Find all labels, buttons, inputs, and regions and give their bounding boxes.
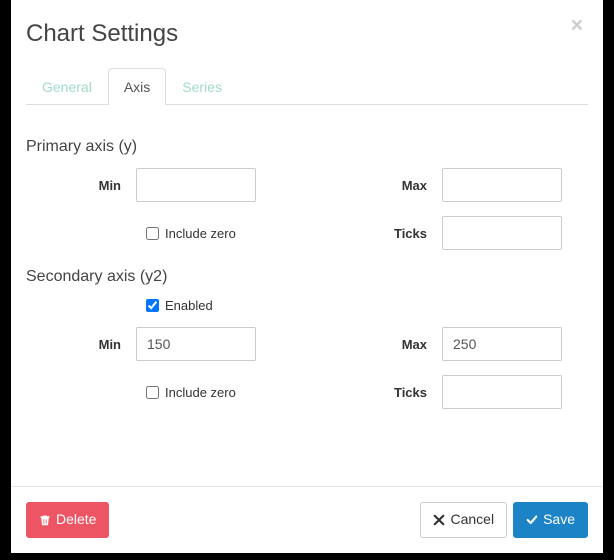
secondary-enabled-label: Enabled xyxy=(165,298,213,313)
primary-zero-ticks-row: Include zero Ticks xyxy=(26,216,588,250)
secondary-enabled-row: Enabled xyxy=(26,298,588,313)
close-icon: × xyxy=(571,14,583,37)
x-icon xyxy=(433,514,445,526)
secondary-ticks-label: Ticks xyxy=(342,385,442,400)
modal-body: Primary axis (y) Min Max Include zero Ti… xyxy=(11,105,603,486)
secondary-min-label: Min xyxy=(26,337,136,352)
primary-min-max-row: Min Max xyxy=(26,168,588,202)
tab-series[interactable]: Series xyxy=(166,68,238,105)
primary-min-label: Min xyxy=(26,178,136,193)
close-button[interactable]: × xyxy=(565,14,589,37)
primary-ticks-label: Ticks xyxy=(342,226,442,241)
delete-button[interactable]: Delete xyxy=(26,502,109,538)
secondary-enabled-checkbox[interactable] xyxy=(146,299,159,312)
primary-ticks-input[interactable] xyxy=(442,216,562,250)
save-button-label: Save xyxy=(543,510,575,530)
primary-min-input[interactable] xyxy=(136,168,256,202)
secondary-min-max-row: Min Max xyxy=(26,327,588,361)
modal-title: Chart Settings xyxy=(26,20,588,48)
secondary-ticks-input[interactable] xyxy=(442,375,562,409)
primary-include-zero-checkbox[interactable] xyxy=(146,227,159,240)
secondary-include-zero-label: Include zero xyxy=(165,385,236,400)
primary-include-zero-label: Include zero xyxy=(165,226,236,241)
primary-max-label: Max xyxy=(342,178,442,193)
modal-footer: Delete Cancel Save xyxy=(11,486,603,553)
secondary-include-zero-checkbox[interactable] xyxy=(146,386,159,399)
primary-max-input[interactable] xyxy=(442,168,562,202)
tab-axis[interactable]: Axis xyxy=(108,68,166,105)
tab-general[interactable]: General xyxy=(26,68,108,105)
check-icon xyxy=(526,514,538,526)
primary-axis-title: Primary axis (y) xyxy=(26,138,588,156)
trash-icon xyxy=(39,514,51,526)
secondary-zero-ticks-row: Include zero Ticks xyxy=(26,375,588,409)
delete-button-label: Delete xyxy=(56,510,96,530)
secondary-min-input[interactable] xyxy=(136,327,256,361)
save-button[interactable]: Save xyxy=(513,502,588,538)
modal-header: Chart Settings × xyxy=(11,0,603,68)
cancel-button[interactable]: Cancel xyxy=(420,502,507,538)
chart-settings-modal: Chart Settings × General Axis Series Pri… xyxy=(11,0,603,553)
tabs: General Axis Series xyxy=(26,68,588,105)
secondary-max-input[interactable] xyxy=(442,327,562,361)
secondary-max-label: Max xyxy=(342,337,442,352)
cancel-button-label: Cancel xyxy=(450,510,494,530)
secondary-axis-title: Secondary axis (y2) xyxy=(26,268,588,286)
